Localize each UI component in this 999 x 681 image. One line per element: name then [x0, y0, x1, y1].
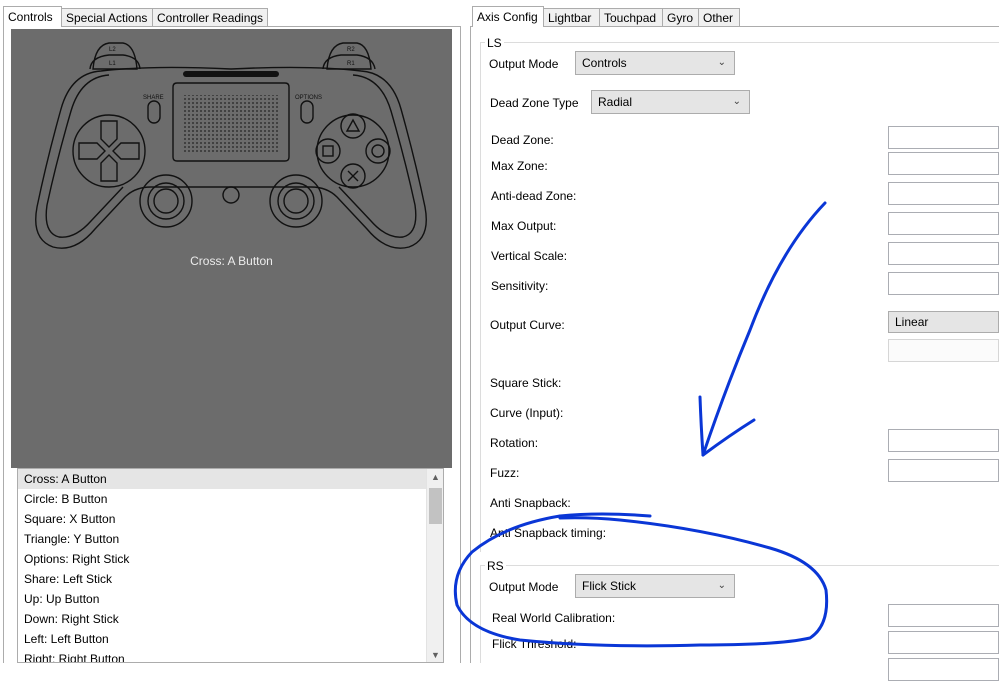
anti-dead-zone-label: Anti-dead Zone:	[491, 189, 577, 203]
flick-threshold-input[interactable]	[888, 631, 999, 654]
sensitivity-input[interactable]	[888, 272, 999, 295]
ls-output-mode-label: Output Mode	[489, 57, 559, 71]
l1-label: L1	[109, 61, 116, 67]
controller-icon: L2 L1 R2 R1 SHARE OPTIONS	[35, 42, 427, 249]
options-label: OPTIONS	[295, 95, 322, 101]
share-label: SHARE	[143, 95, 164, 101]
next-input[interactable]	[888, 658, 999, 681]
dead-zone-input[interactable]	[888, 126, 999, 149]
l2-label: L2	[109, 47, 116, 53]
flick-threshold-label: Flick Threshold:	[492, 637, 577, 651]
scroll-up-icon[interactable]: ▲	[427, 469, 443, 486]
rs-group-border	[480, 565, 999, 566]
output-curve-select[interactable]: Linear	[888, 311, 999, 333]
max-zone-label: Max Zone:	[491, 159, 548, 173]
right-tabstrip: Axis Config Lightbar Touchpad Gyro Other	[472, 6, 999, 27]
mapping-list[interactable]: Cross: A Button Circle: B Button Square:…	[17, 468, 444, 663]
fuzz-input[interactable]	[888, 459, 999, 482]
list-item[interactable]: Up: Up Button	[18, 589, 443, 609]
dead-zone-type-select[interactable]: Radial ⌄	[591, 90, 750, 114]
vertical-scale-label: Vertical Scale:	[491, 249, 568, 263]
anti-dead-zone-input[interactable]	[888, 182, 999, 205]
list-item[interactable]: Left: Left Button	[18, 629, 443, 649]
rotation-label: Rotation:	[490, 436, 539, 450]
list-item[interactable]: Options: Right Stick	[18, 549, 443, 569]
scroll-down-icon[interactable]: ▼	[427, 647, 443, 662]
ls-output-mode-value: Controls	[582, 56, 627, 70]
ls-group-border	[480, 42, 999, 43]
square-stick-label: Square Stick:	[490, 376, 562, 390]
rs-group-border-left	[480, 565, 481, 663]
chevron-down-icon: ⌄	[732, 96, 741, 107]
controller-diagram: L2 L1 R2 R1 SHARE OPTIONS Cross: A Butto…	[11, 29, 452, 468]
vertical-scale-input[interactable]	[888, 242, 999, 265]
rs-output-mode-value: Flick Stick	[582, 579, 636, 593]
chevron-down-icon: ⌄	[717, 580, 726, 591]
tab-controller-readings[interactable]: Controller Readings	[152, 8, 268, 26]
max-zone-input[interactable]	[888, 152, 999, 175]
tab-special-actions[interactable]: Special Actions	[61, 8, 153, 26]
selected-control-label: Cross: A Button	[190, 254, 273, 268]
dead-zone-type-label: Dead Zone Type	[490, 96, 579, 110]
ls-output-mode-select[interactable]: Controls ⌄	[575, 51, 735, 75]
custom-curve-input[interactable]	[888, 339, 999, 362]
real-world-calibration-label: Real World Calibration:	[492, 611, 616, 625]
r1-label: R1	[347, 61, 355, 67]
rs-group-label: RS	[485, 559, 506, 573]
max-output-input[interactable]	[888, 212, 999, 235]
chevron-down-icon: ⌄	[717, 57, 726, 68]
tab-other[interactable]: Other	[698, 8, 740, 26]
right-tab-divider	[739, 26, 999, 27]
output-curve-value: Linear	[895, 315, 929, 329]
list-item[interactable]: Share: Left Stick	[18, 569, 443, 589]
rs-output-mode-label: Output Mode	[489, 580, 559, 594]
fuzz-label: Fuzz:	[490, 466, 520, 480]
tab-controls[interactable]: Controls	[3, 6, 62, 27]
list-item[interactable]: Triangle: Y Button	[18, 529, 443, 549]
sensitivity-label: Sensitivity:	[491, 279, 549, 293]
ls-group-border-left	[480, 42, 481, 552]
list-item[interactable]: Right: Right Button	[18, 649, 443, 662]
list-scrollbar[interactable]: ▲ ▼	[426, 469, 443, 662]
rotation-input[interactable]	[888, 429, 999, 452]
list-item[interactable]: Cross: A Button	[18, 469, 443, 489]
left-tabstrip: Controls Special Actions Controller Read…	[3, 6, 461, 27]
tab-lightbar[interactable]: Lightbar	[543, 8, 600, 26]
anti-snapback-timing-label: Anti Snapback timing:	[490, 526, 607, 540]
tab-axis-config[interactable]: Axis Config	[472, 6, 544, 27]
lightbar	[183, 71, 279, 77]
max-output-label: Max Output:	[491, 219, 557, 233]
output-curve-label: Output Curve:	[490, 318, 565, 332]
rs-output-mode-select[interactable]: Flick Stick ⌄	[575, 574, 735, 598]
list-item[interactable]: Square: X Button	[18, 509, 443, 529]
curve-input-label: Curve (Input):	[490, 406, 564, 420]
scroll-thumb[interactable]	[429, 488, 442, 524]
ls-group-label: LS	[485, 36, 504, 50]
dead-zone-type-value: Radial	[598, 95, 633, 109]
tab-gyro[interactable]: Gyro	[662, 8, 699, 26]
tab-touchpad[interactable]: Touchpad	[599, 8, 663, 26]
real-world-calibration-input[interactable]	[888, 604, 999, 627]
left-tab-divider	[264, 26, 461, 27]
dead-zone-label: Dead Zone:	[491, 133, 554, 147]
anti-snapback-label: Anti Snapback:	[490, 496, 571, 510]
list-item[interactable]: Circle: B Button	[18, 489, 443, 509]
list-item[interactable]: Down: Right Stick	[18, 609, 443, 629]
r2-label: R2	[347, 47, 355, 53]
